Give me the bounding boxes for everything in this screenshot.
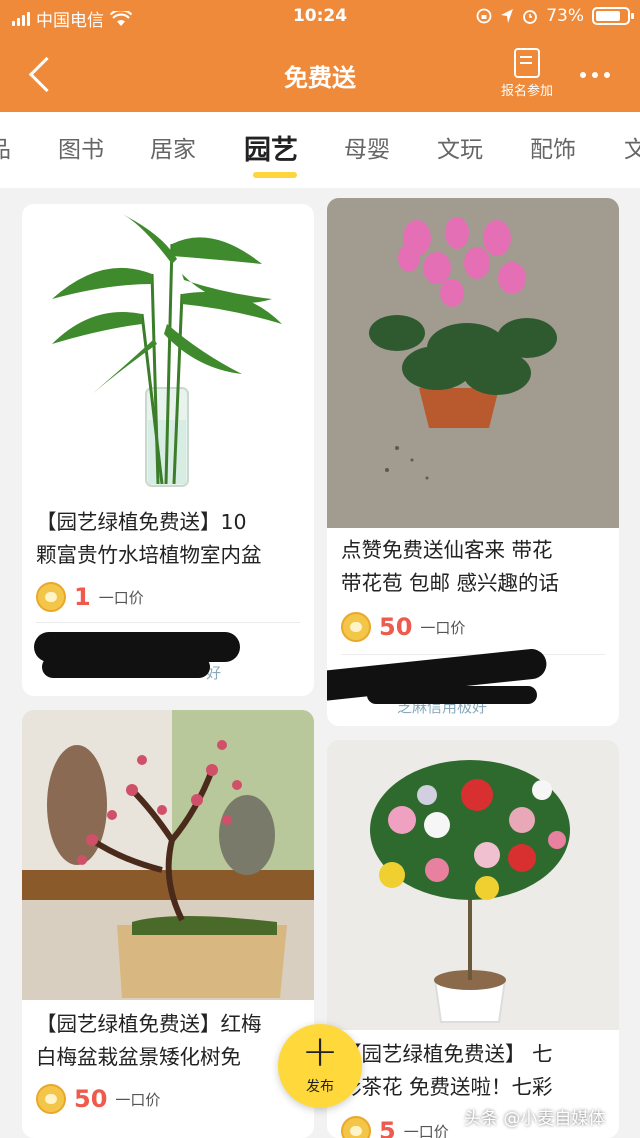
product-title-line: 【园艺绿植免费送】 七 xyxy=(341,1042,553,1066)
product-card[interactable]: 点赞免费送仙客来 带花 带花苞 包邮 感兴趣的话 50 一口价 芝麻信用极好 xyxy=(327,198,619,726)
price-value: 5 xyxy=(379,1117,396,1138)
coin-icon xyxy=(341,1116,371,1138)
price-label: 一口价 xyxy=(403,1122,449,1138)
price-row: 1 一口价 xyxy=(36,582,144,612)
tab-collectibles[interactable]: 文玩 xyxy=(437,130,483,164)
product-image-bonsai xyxy=(22,710,314,1000)
price-value: 1 xyxy=(74,583,91,611)
product-title-line: 点赞免费送仙客来 带花 xyxy=(341,538,553,562)
product-card[interactable]: 【园艺绿植免费送】10 颗富贵竹水培植物室内盆 1 一口价 好 xyxy=(22,204,314,696)
nav-bar: 免费送 报名参加 xyxy=(0,34,640,112)
tab-partial-right[interactable]: 文 xyxy=(624,130,640,164)
tab-home[interactable]: 居家 xyxy=(150,130,196,164)
product-title-line: 颗富贵竹水培植物室内盆 xyxy=(36,543,262,567)
product-title: 【园艺绿植免费送】10 颗富贵竹水培植物室内盆 xyxy=(36,506,262,572)
product-image-cyclamen xyxy=(327,198,619,528)
product-card[interactable]: 【园艺绿植免费送】 七 彩茶花 免费送啦！七彩 5 一口价 xyxy=(327,740,619,1138)
watermark: 头条 @小麦自媒体 xyxy=(464,1109,606,1129)
more-button[interactable] xyxy=(580,72,610,78)
price-label: 一口价 xyxy=(420,618,466,637)
product-title-line: 带花苞 包邮 感兴趣的话 xyxy=(341,571,560,595)
product-image-camellia xyxy=(327,740,619,1030)
tab-accessories[interactable]: 配饰 xyxy=(530,130,576,164)
form-icon xyxy=(514,48,540,78)
more-dots-icon xyxy=(580,72,586,78)
price-row: 50 一口价 xyxy=(36,1084,160,1114)
redaction-mark xyxy=(42,656,210,678)
price-label: 一口价 xyxy=(115,1090,161,1109)
product-title-line: 彩茶花 免费送啦！七彩 xyxy=(341,1075,553,1099)
product-card[interactable]: 【园艺绿植免费送】红梅 白梅盆栽盆景矮化树免 50 一口价 xyxy=(22,710,314,1138)
product-image-bamboo xyxy=(22,204,314,500)
price-label: 一口价 xyxy=(98,588,144,607)
publish-label: 发布 xyxy=(306,1079,334,1095)
signup-label: 报名参加 xyxy=(500,84,553,99)
product-title: 点赞免费送仙客来 带花 带花苞 包邮 感兴趣的话 xyxy=(341,534,559,600)
product-title-line: 【园艺绿植免费送】10 xyxy=(36,510,247,534)
publish-button[interactable]: + 发布 xyxy=(278,1024,362,1108)
price-row: 5 一口价 xyxy=(341,1116,449,1138)
signup-button[interactable]: 报名参加 xyxy=(494,48,560,99)
lock-rotation-icon xyxy=(476,8,492,24)
battery-icon xyxy=(592,7,634,25)
product-title-line: 白梅盆栽盆景矮化树免 xyxy=(36,1045,241,1069)
card-divider xyxy=(36,622,300,623)
redaction-mark xyxy=(367,686,537,704)
coin-icon xyxy=(36,582,66,612)
tab-books[interactable]: 图书 xyxy=(58,130,104,164)
price-row: 50 一口价 xyxy=(341,612,465,642)
alarm-icon xyxy=(523,10,538,24)
price-value: 50 xyxy=(379,613,413,641)
location-icon xyxy=(501,9,514,23)
tab-partial-left[interactable]: 品 xyxy=(0,130,11,164)
product-title: 【园艺绿植免费送】 七 彩茶花 免费送啦！七彩 xyxy=(341,1038,553,1104)
tab-gardening[interactable]: 园艺 xyxy=(244,128,298,167)
tab-indicator xyxy=(253,172,297,178)
coin-icon xyxy=(341,612,371,642)
battery-percent: 73% xyxy=(546,6,584,26)
tab-baby[interactable]: 母婴 xyxy=(344,130,390,164)
coin-icon xyxy=(36,1084,66,1114)
price-value: 50 xyxy=(74,1085,108,1113)
product-title-line: 【园艺绿植免费送】红梅 xyxy=(36,1012,262,1036)
status-bar: 中国电信 10:24 73% xyxy=(0,0,640,34)
status-right: 73% xyxy=(476,6,634,26)
category-tabs: 品 图书 居家 园艺 母婴 文玩 配饰 文 xyxy=(0,112,640,188)
product-title: 【园艺绿植免费送】红梅 白梅盆栽盆景矮化树免 xyxy=(36,1008,262,1074)
plus-icon: + xyxy=(301,1026,339,1077)
